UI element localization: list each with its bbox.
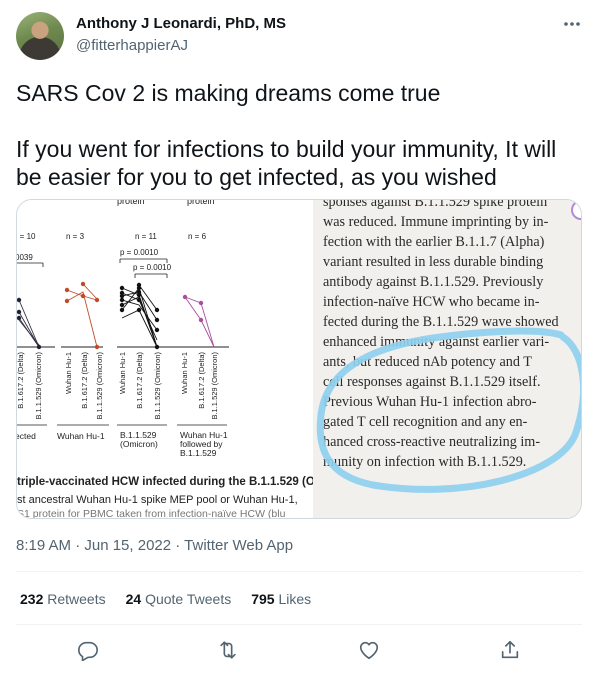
action-bar: [0, 636, 598, 664]
series-lines-group-2: [66, 283, 98, 348]
tweet-text-line-2: If you went for infections to build your…: [16, 136, 557, 190]
author-handle[interactable]: @fitterhappierAJ: [76, 37, 188, 54]
author-name[interactable]: Anthony J Leonardi, PhD, MS: [76, 15, 286, 32]
share-button[interactable]: [496, 636, 524, 664]
group-label: Wuhan Hu-1: [57, 431, 105, 441]
quote-tweets-stat[interactable]: 24 Quote Tweets: [126, 591, 232, 607]
group-label: ected: [16, 431, 36, 441]
engagement-stats: 232 Retweets 24 Quote Tweets 795 Likes: [20, 591, 311, 607]
more-dots-icon: [564, 22, 580, 26]
avatar[interactable]: [16, 12, 64, 60]
group-label: Wuhan Hu-1 followed by B.1.1.529: [180, 430, 228, 458]
tweet-media-image[interactable]: protein protein n = 10 n = 3 n = 11 n = …: [16, 199, 582, 519]
tweet-text-line-1: SARS Cov 2 is making dreams come true: [16, 80, 441, 106]
retweets-count: 232: [20, 591, 44, 607]
tweet: Anthony J Leonardi, PhD, MS @fitterhappi…: [0, 0, 598, 673]
highlight-ellipse: [316, 327, 581, 493]
tweet-timestamp[interactable]: 8:19 AM · Jun 15, 2022 · Twitter Web App: [16, 537, 293, 554]
p-value-brackets: [17, 258, 168, 278]
x-tick-label: B.1.617.2 (Delta): [135, 352, 144, 409]
series-points-group-2: [64, 281, 100, 350]
x-tick-label: B.1.617.2 (Delta): [80, 352, 89, 409]
x-tick-labels: B.1.617.2 (Delta) B.1.1.529 (Omicron) Wu…: [17, 352, 219, 420]
figure-caption-line-3: S1 protein for PBMC taken from infection…: [17, 508, 286, 519]
series-lines-group-1: [18, 299, 40, 348]
reply-button[interactable]: [74, 636, 102, 664]
figure-caption-line-1: triple-vaccinated HCW infected during th…: [17, 476, 320, 488]
group-label: B.1.1.529 (Omicron): [120, 430, 158, 449]
quote-tweets-label: Quote Tweets: [145, 591, 232, 607]
share-icon: [501, 640, 519, 659]
x-tick-label: B.1.1.529 (Omicron): [210, 352, 219, 420]
retweets-stat[interactable]: 232 Retweets: [20, 591, 106, 607]
article-excerpt: sponses against B.1.1.529 spike protein …: [313, 200, 581, 518]
x-tick-label: B.1.1.529 (Omicron): [95, 352, 104, 420]
x-tick-label: B.1.617.2 (Delta): [197, 352, 206, 409]
divider: [16, 571, 582, 572]
figure-panel: protein protein n = 10 n = 3 n = 11 n = …: [16, 200, 319, 519]
x-tick-label: B.1.1.529 (Omicron): [34, 352, 43, 420]
figure-caption-line-2: st ancestral Wuhan Hu-1 spike MEP pool o…: [17, 494, 298, 506]
retweet-icon: [220, 641, 236, 659]
x-tick-label: B.1.1.529 (Omicron): [153, 352, 162, 420]
x-tick-label: B.1.617.2 (Delta): [17, 352, 25, 409]
likes-label: Likes: [278, 591, 312, 607]
x-tick-label: Wuhan Hu-1: [118, 352, 127, 394]
retweets-label: Retweets: [47, 591, 106, 607]
tweet-text: SARS Cov 2 is making dreams come true If…: [16, 79, 582, 191]
more-options-button[interactable]: [560, 14, 584, 34]
divider: [16, 624, 582, 625]
likes-count: 795: [251, 591, 275, 607]
x-tick-label: Wuhan Hu-1: [64, 352, 73, 394]
like-icon: [359, 641, 379, 660]
likes-stat[interactable]: 795 Likes: [251, 591, 311, 607]
reply-icon: [78, 641, 98, 661]
like-button[interactable]: [355, 636, 383, 664]
figure-plot: B.1.617.2 (Delta) B.1.1.529 (Omicron) Wu…: [17, 258, 229, 426]
retweet-button[interactable]: [214, 636, 242, 664]
quote-tweets-count: 24: [125, 591, 142, 607]
x-tick-label: Wuhan Hu-1: [180, 352, 189, 394]
